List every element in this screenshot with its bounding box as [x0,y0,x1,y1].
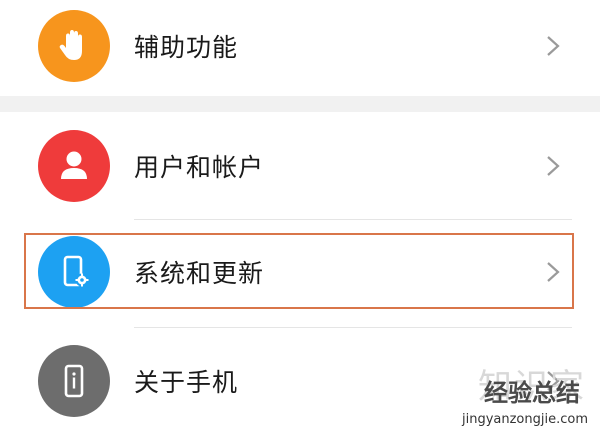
settings-item-system-updates[interactable]: 系统和更新 [0,220,600,324]
chevron-right-icon [547,156,560,176]
chevron-right-icon [547,262,560,282]
settings-screen: 辅助功能 用户和帐户 系统和更新 关于手机 知识家 经验总结 jingyanzo… [0,0,600,433]
phone-gear-icon [38,236,110,308]
settings-item-accessibility[interactable]: 辅助功能 [0,0,600,98]
watermark-brand: 经验总结 [484,379,580,407]
watermark: 知识家 经验总结 jingyanzongjie.com [452,359,592,429]
watermark-url: jingyanzongjie.com [461,412,588,427]
settings-item-label: 关于手机 [134,368,239,397]
phone-info-icon [38,345,110,417]
chevron-right-icon [547,36,560,56]
settings-item-users-accounts[interactable]: 用户和帐户 [0,114,600,218]
settings-item-label: 系统和更新 [134,259,265,288]
user-icon [38,130,110,202]
section-divider [0,96,600,112]
list-divider [134,327,572,328]
settings-item-label: 用户和帐户 [134,153,265,182]
settings-item-label: 辅助功能 [134,33,239,62]
hand-icon [38,10,110,82]
